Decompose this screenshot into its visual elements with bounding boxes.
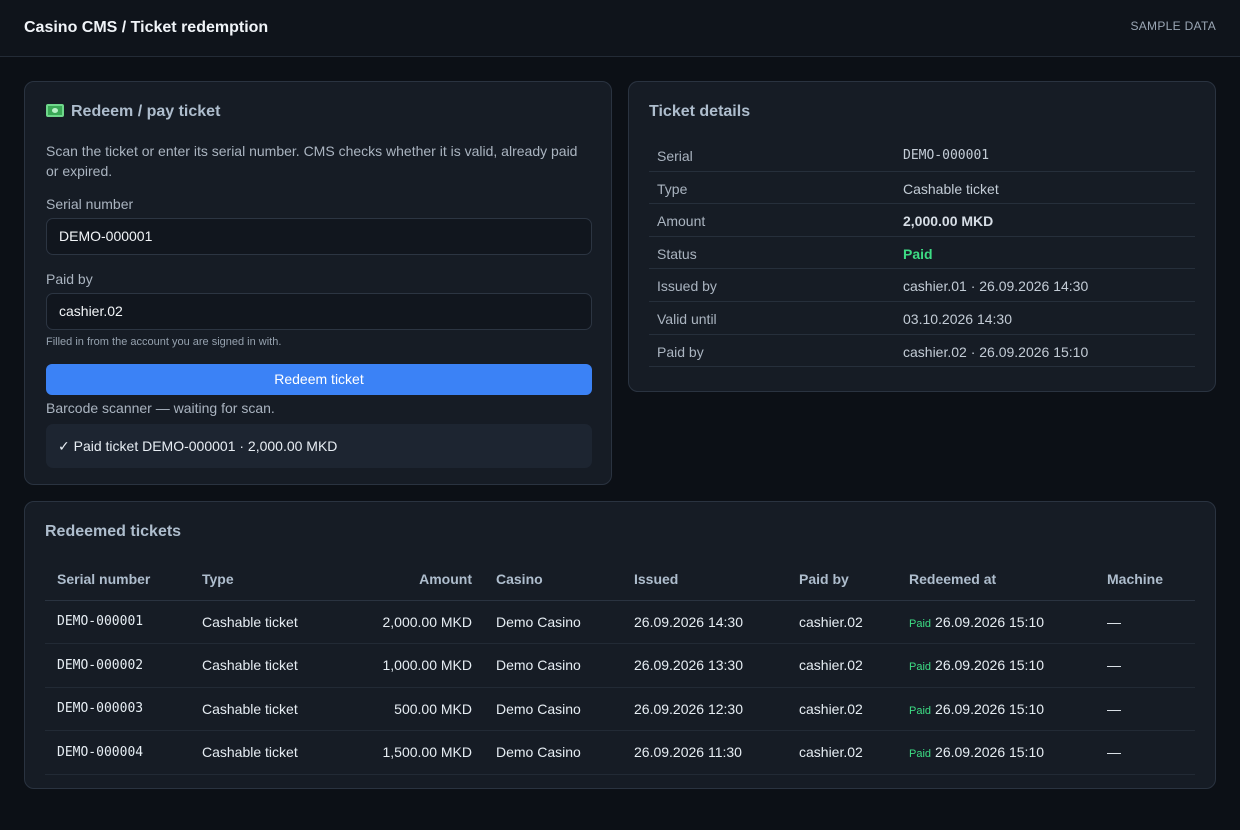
redeemed-tickets-table: Serial number Type Amount Casino Issued … <box>45 558 1195 775</box>
table-row[interactable]: DEMO-000001 Cashable ticket 2,000.00 MKD… <box>45 600 1195 644</box>
detail-value-serial: DEMO-000001 <box>903 148 990 163</box>
cell-paid-by: cashier.02 <box>787 687 897 731</box>
detail-row-serial: Serial DEMO-000001 <box>649 139 1195 172</box>
money-icon <box>46 104 64 117</box>
status-badge: Paid <box>903 245 933 262</box>
cell-amount: 1,000.00 MKD <box>335 643 484 688</box>
paid-by-label: Paid by <box>46 271 93 287</box>
cell-amount: 2,000.00 MKD <box>335 600 484 644</box>
cell-type: Cashable ticket <box>190 687 335 731</box>
paid-tag: Paid <box>909 704 932 717</box>
detail-row-amount: Amount 2,000.00 MKD <box>649 204 1195 237</box>
redeem-card-title: Redeem / pay ticket <box>46 103 220 121</box>
cell-paid-by: cashier.02 <box>787 643 897 688</box>
column-header[interactable]: Amount <box>335 558 484 601</box>
paid-tag: Paid <box>909 617 932 630</box>
cell-machine: — <box>1095 730 1195 775</box>
cell-redeemed-at: Paid 26.09.2026 15:10 <box>897 600 1095 644</box>
redeemed-tickets-title: Redeemed tickets <box>45 523 182 540</box>
detail-label: Valid until <box>657 310 717 327</box>
cell-issued: 26.09.2026 11:30 <box>622 730 787 775</box>
table-row[interactable]: DEMO-000002 Cashable ticket 1,000.00 MKD… <box>45 643 1195 688</box>
page-title: Casino CMS / Ticket redemption <box>24 19 269 36</box>
table-row[interactable]: DEMO-000004 Cashable ticket 1,500.00 MKD… <box>45 730 1195 775</box>
paid-tag: Paid <box>909 748 932 761</box>
cell-serial: DEMO-000004 <box>45 730 190 775</box>
redeemed-at-value: 26.09.2026 15:10 <box>935 613 1045 630</box>
detail-value-valid-until: 03.10.2026 14:30 <box>903 310 1012 327</box>
cell-casino: Demo Casino <box>484 687 622 731</box>
cell-paid-by: cashier.02 <box>787 730 897 775</box>
redeemed-at-value: 26.09.2026 15:10 <box>935 657 1045 674</box>
cell-amount: 1,500.00 MKD <box>335 730 484 775</box>
cell-redeemed-at: Paid 26.09.2026 15:10 <box>897 730 1095 775</box>
detail-row-type: Type Cashable ticket <box>649 172 1195 205</box>
cell-serial: DEMO-000002 <box>45 643 190 688</box>
cell-serial: DEMO-000003 <box>45 687 190 731</box>
column-header[interactable]: Serial number <box>45 558 190 601</box>
cell-redeemed-at: Paid 26.09.2026 15:10 <box>897 643 1095 688</box>
scanner-status: Barcode scanner — waiting for scan. <box>46 400 275 416</box>
detail-value-type: Cashable ticket <box>903 180 999 197</box>
column-header[interactable]: Paid by <box>787 558 897 601</box>
redeem-description: Scan the ticket or enter its serial numb… <box>46 143 578 179</box>
detail-row-status: Status Paid <box>649 237 1195 270</box>
paid-by-hint: Filled in from the account you are signe… <box>46 336 282 348</box>
detail-label: Status <box>657 245 697 262</box>
cell-casino: Demo Casino <box>484 600 622 644</box>
cell-issued: 26.09.2026 13:30 <box>622 643 787 688</box>
redeemed-at-value: 26.09.2026 15:10 <box>935 700 1045 717</box>
detail-row-valid-until: Valid until 03.10.2026 14:30 <box>649 302 1195 335</box>
detail-value-amount: 2,000.00 MKD <box>903 213 994 230</box>
cell-casino: Demo Casino <box>484 643 622 688</box>
ticket-details-list: Serial DEMO-000001 Type Cashable ticket … <box>649 139 1195 368</box>
serial-number-label: Serial number <box>46 196 134 212</box>
cell-type: Cashable ticket <box>190 643 335 688</box>
cell-machine: — <box>1095 600 1195 644</box>
detail-row-paid-by: Paid by cashier.02 · 26.09.2026 15:10 <box>649 335 1195 368</box>
redeemed-at-value: 26.09.2026 15:10 <box>935 744 1045 761</box>
paid-tag: Paid <box>909 661 932 674</box>
top-bar: Casino CMS / Ticket redemption SAMPLE DA… <box>0 0 1240 57</box>
detail-label: Serial <box>657 148 693 164</box>
table-row[interactable]: DEMO-000003 Cashable ticket 500.00 MKD D… <box>45 687 1195 731</box>
detail-row-issued-by: Issued by cashier.01 · 26.09.2026 14:30 <box>649 269 1195 302</box>
redeem-title-text: Redeem / pay ticket <box>71 103 221 120</box>
serial-number-input[interactable]: DEMO-000001 <box>46 218 592 255</box>
cell-machine: — <box>1095 643 1195 688</box>
column-header[interactable]: Type <box>190 558 335 601</box>
column-header[interactable]: Machine <box>1095 558 1195 601</box>
detail-label: Issued by <box>657 278 717 295</box>
column-header[interactable]: Casino <box>484 558 622 601</box>
redeem-card: Redeem / pay ticket Scan the ticket or e… <box>24 81 612 485</box>
cell-paid-by: cashier.02 <box>787 600 897 644</box>
cell-amount: 500.00 MKD <box>335 687 484 731</box>
detail-value-paid-by: cashier.02 · 26.09.2026 15:10 <box>903 343 1089 360</box>
detail-label: Amount <box>657 213 706 230</box>
cell-issued: 26.09.2026 12:30 <box>622 687 787 731</box>
table-header-row: Serial number Type Amount Casino Issued … <box>45 558 1195 601</box>
cell-type: Cashable ticket <box>190 600 335 644</box>
cell-serial: DEMO-000001 <box>45 600 190 644</box>
cell-machine: — <box>1095 687 1195 731</box>
redeem-ticket-button[interactable]: Redeem ticket <box>46 364 592 395</box>
detail-value-issued-by: cashier.01 · 26.09.2026 14:30 <box>903 278 1089 295</box>
cell-type: Cashable ticket <box>190 730 335 775</box>
detail-label: Type <box>657 180 688 197</box>
detail-label: Paid by <box>657 343 704 360</box>
sample-data-badge: SAMPLE DATA <box>1130 19 1216 33</box>
redeemed-tickets-card: Redeemed tickets Serial number Type Amou… <box>24 501 1216 789</box>
ticket-details-title: Ticket details <box>649 103 751 120</box>
ticket-details-card: Ticket details Serial DEMO-000001 Type C… <box>628 81 1216 392</box>
paid-by-input[interactable]: cashier.02 <box>46 293 592 330</box>
column-header[interactable]: Issued <box>622 558 787 601</box>
cell-redeemed-at: Paid 26.09.2026 15:10 <box>897 687 1095 731</box>
column-header[interactable]: Redeemed at <box>897 558 1095 601</box>
cell-issued: 26.09.2026 14:30 <box>622 600 787 644</box>
cell-casino: Demo Casino <box>484 730 622 775</box>
redeem-result-message: ✓ Paid ticket DEMO-000001 · 2,000.00 MKD <box>46 424 592 468</box>
